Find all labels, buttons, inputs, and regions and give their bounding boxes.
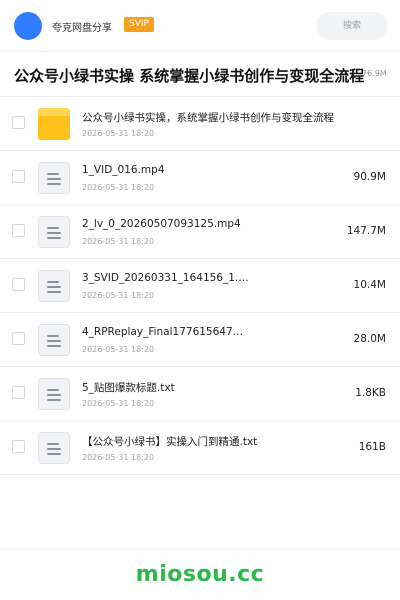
file-size: 161B	[358, 441, 386, 453]
share-title-bar: 公众号小绿书实操 系统掌握小绿书创作与变现全流程 76.9M	[0, 53, 400, 97]
file-size: 28.0M	[353, 333, 386, 345]
document-icon	[38, 162, 70, 194]
list-item[interactable]: 2_lv_0_20260507093125.mp4 2026-05-31 18:…	[0, 205, 400, 259]
document-icon	[38, 324, 70, 356]
page-title: 公众号小绿书实操 系统掌握小绿书创作与变现全流程	[14, 67, 365, 85]
list-item[interactable]: 1_VID_016.mp4 2026-05-31 18:20 90.9M	[0, 151, 400, 205]
select-checkbox[interactable]	[12, 224, 25, 237]
file-size: 147.7M	[346, 225, 386, 237]
avatar[interactable]	[14, 12, 42, 40]
list-item[interactable]: 【公众号小绿书】实操入门到精通.txt 2026-05-31 18:20 161…	[0, 421, 400, 475]
list-item[interactable]: 公众号小绿书实操，系统掌握小绿书创作与变现全流程 2026-05-31 18:2…	[0, 97, 400, 151]
footer-divider	[0, 548, 400, 549]
total-size: 76.9M	[362, 69, 387, 78]
list-item[interactable]: 4_RPReplay_Final177615647… 2026-05-31 18…	[0, 313, 400, 367]
list-item[interactable]: 5_贴图爆款标题.txt 2026-05-31 18:20 1.8KB	[0, 367, 400, 421]
select-checkbox[interactable]	[12, 386, 25, 399]
file-name: 3_SVID_20260331_164156_1.…	[82, 272, 249, 284]
list-item[interactable]: 3_SVID_20260331_164156_1.… 2026-05-31 18…	[0, 259, 400, 313]
select-checkbox[interactable]	[12, 440, 25, 453]
file-name: 公众号小绿书实操，系统掌握小绿书创作与变现全流程	[82, 112, 334, 124]
document-icon	[38, 216, 70, 248]
file-date: 2026-05-31 18:20	[82, 399, 155, 408]
file-date: 2026-05-31 18:20	[82, 453, 155, 462]
document-icon	[38, 378, 70, 410]
file-date: 2026-05-31 18:20	[82, 237, 155, 246]
file-name: 2_lv_0_20260507093125.mp4	[82, 218, 241, 230]
share-header: 夸克网盘分享 SVIP 搜索	[0, 0, 400, 52]
file-name: 1_VID_016.mp4	[82, 164, 165, 176]
file-date: 2026-05-31 18:20	[82, 291, 155, 300]
file-date: 2026-05-31 18:20	[82, 345, 155, 354]
document-icon	[38, 432, 70, 464]
file-date: 2026-05-31 18:20	[82, 129, 155, 138]
folder-icon	[38, 108, 70, 140]
file-name: 4_RPReplay_Final177615647…	[82, 326, 244, 338]
search-input[interactable]: 搜索	[316, 12, 388, 40]
file-size: 90.9M	[353, 171, 386, 183]
file-date: 2026-05-31 18:20	[82, 183, 155, 192]
share-owner-name: 夸克网盘分享	[52, 23, 112, 34]
file-name: 【公众号小绿书】实操入门到精通.txt	[82, 436, 258, 448]
file-size: 1.8KB	[355, 387, 386, 399]
file-name: 5_贴图爆款标题.txt	[82, 382, 175, 394]
file-list: 公众号小绿书实操，系统掌握小绿书创作与变现全流程 2026-05-31 18:2…	[0, 97, 400, 475]
document-icon	[38, 270, 70, 302]
select-checkbox[interactable]	[12, 170, 25, 183]
select-checkbox[interactable]	[12, 278, 25, 291]
site-watermark: miosou.cc	[135, 562, 265, 587]
select-checkbox[interactable]	[12, 332, 25, 345]
file-size: 10.4M	[353, 279, 386, 291]
select-checkbox[interactable]	[12, 116, 25, 129]
svip-badge: SVIP	[124, 17, 154, 32]
